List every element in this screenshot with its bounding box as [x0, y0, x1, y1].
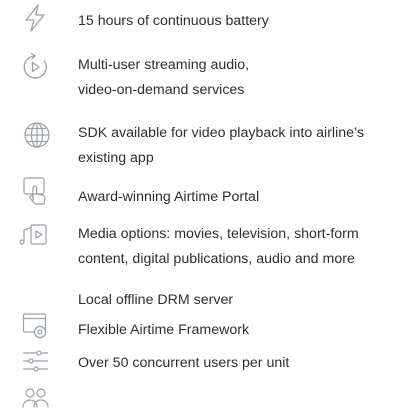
globe-icon — [22, 120, 52, 150]
feature-battery: 15 hours of continuous battery — [78, 13, 269, 29]
play-circle-refresh-icon — [20, 52, 50, 82]
feature-streaming-line1: Multi-user streaming audio, — [78, 57, 250, 73]
feature-sdk-line2: existing app — [78, 150, 154, 166]
browser-gear-icon — [22, 311, 52, 341]
feature-media-line2: content, digital publications, audio and… — [78, 251, 355, 267]
media-music-video-icon — [18, 220, 48, 250]
sliders-icon — [22, 347, 52, 377]
feature-framework: Flexible Airtime Framework — [78, 322, 250, 338]
feature-streaming-line2: video-on-demand services — [78, 82, 245, 98]
feature-portal: Award-winning Airtime Portal — [78, 189, 260, 205]
feature-drm: Local offline DRM server — [78, 292, 234, 308]
users-icon — [21, 385, 51, 415]
feature-list: 15 hours of continuous battery Multi-use… — [0, 0, 406, 417]
feature-media-line1: Media options: movies, television, short… — [78, 226, 359, 242]
feature-sdk-line1: SDK available for video playback into ai… — [78, 125, 365, 141]
feature-users: Over 50 concurrent users per unit — [78, 355, 290, 371]
hand-touch-icon — [22, 176, 52, 206]
lightning-bolt-icon — [20, 3, 50, 33]
